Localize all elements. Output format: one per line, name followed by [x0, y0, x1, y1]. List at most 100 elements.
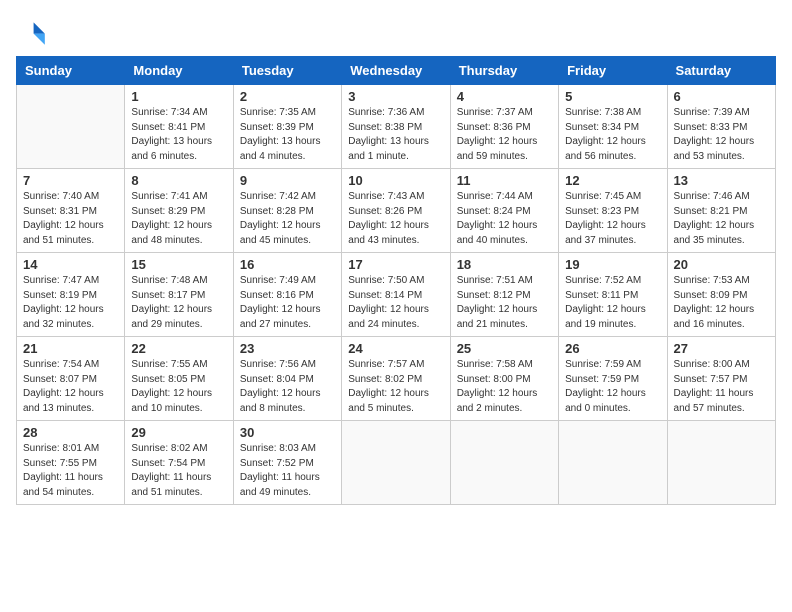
day-number: 27 [674, 341, 769, 356]
day-info: Sunrise: 7:53 AM Sunset: 8:09 PM Dayligh… [674, 274, 769, 332]
day-info: Sunrise: 8:00 AM Sunset: 7:57 PM Dayligh… [674, 358, 769, 416]
calendar-cell: 22 Sunrise: 7:55 AM Sunset: 8:05 PM Dayli… [125, 337, 233, 421]
calendar-cell: 9 Sunrise: 7:42 AM Sunset: 8:28 PM Daylig… [233, 169, 341, 253]
calendar-week-row: 28Sunrise: 8:01 AM Sunset: 7:55 PM Dayli… [17, 421, 776, 505]
calendar-cell [342, 421, 450, 505]
day-info: Sunrise: 7:50 AM Sunset: 8:14 PM Dayligh… [348, 274, 443, 332]
logo-icon [16, 16, 48, 48]
calendar-cell: 1 Sunrise: 7:34 AM Sunset: 8:41 PM Daylig… [125, 85, 233, 169]
day-number: 24 [348, 341, 443, 356]
day-info: Sunrise: 7:36 AM Sunset: 8:38 PM Dayligh… [348, 106, 443, 164]
day-header-wednesday: Wednesday [342, 57, 450, 85]
calendar-cell: 2Sunrise: 7:35 AM Sunset: 8:39 PM Daylig… [233, 85, 341, 169]
day-number: 28 [23, 425, 118, 440]
calendar-cell: 21 Sunrise: 7:54 AM Sunset: 8:07 PM Dayli… [17, 337, 125, 421]
day-info: Sunrise: 7:38 AM Sunset: 8:34 PM Dayligh… [565, 106, 660, 164]
day-number: 8 [131, 173, 226, 188]
calendar-cell: 20 Sunrise: 7:53 AM Sunset: 8:09 PM Dayli… [667, 253, 775, 337]
day-number: 11 [457, 173, 552, 188]
calendar-cell: 26 Sunrise: 7:59 AM Sunset: 7:59 PM Dayli… [559, 337, 667, 421]
day-number: 3 [348, 89, 443, 104]
calendar-cell [667, 421, 775, 505]
calendar-cell: 11 Sunrise: 7:44 AM Sunset: 8:24 PM Dayli… [450, 169, 558, 253]
day-number: 21 [23, 341, 118, 356]
page-header [16, 16, 776, 48]
calendar-cell: 27 Sunrise: 8:00 AM Sunset: 7:57 PM Dayli… [667, 337, 775, 421]
calendar-cell: 6Sunrise: 7:39 AM Sunset: 8:33 PM Daylig… [667, 85, 775, 169]
day-number: 29 [131, 425, 226, 440]
calendar-cell: 23 Sunrise: 7:56 AM Sunset: 8:04 PM Dayli… [233, 337, 341, 421]
day-info: Sunrise: 7:49 AM Sunset: 8:16 PM Dayligh… [240, 274, 335, 332]
calendar-cell: 14Sunrise: 7:47 AM Sunset: 8:19 PM Dayli… [17, 253, 125, 337]
day-info: Sunrise: 7:54 AM Sunset: 8:07 PM Dayligh… [23, 358, 118, 416]
calendar-week-row: 7 Sunrise: 7:40 AM Sunset: 8:31 PM Daylig… [17, 169, 776, 253]
calendar-cell: 3 Sunrise: 7:36 AM Sunset: 8:38 PM Daylig… [342, 85, 450, 169]
day-info: Sunrise: 7:58 AM Sunset: 8:00 PM Dayligh… [457, 358, 552, 416]
day-info: Sunrise: 7:40 AM Sunset: 8:31 PM Dayligh… [23, 190, 118, 248]
calendar-cell: 4 Sunrise: 7:37 AM Sunset: 8:36 PM Daylig… [450, 85, 558, 169]
day-number: 20 [674, 257, 769, 272]
day-number: 16 [240, 257, 335, 272]
day-info: Sunrise: 8:02 AM Sunset: 7:54 PM Dayligh… [131, 442, 226, 500]
calendar-cell: 10 Sunrise: 7:43 AM Sunset: 8:26 PM Dayli… [342, 169, 450, 253]
day-header-monday: Monday [125, 57, 233, 85]
day-number: 17 [348, 257, 443, 272]
day-header-tuesday: Tuesday [233, 57, 341, 85]
day-number: 19 [565, 257, 660, 272]
day-info: Sunrise: 7:59 AM Sunset: 7:59 PM Dayligh… [565, 358, 660, 416]
calendar-header-row: SundayMondayTuesdayWednesdayThursdayFrid… [17, 57, 776, 85]
calendar-cell: 7 Sunrise: 7:40 AM Sunset: 8:31 PM Daylig… [17, 169, 125, 253]
day-header-thursday: Thursday [450, 57, 558, 85]
calendar-cell [450, 421, 558, 505]
calendar-cell: 17 Sunrise: 7:50 AM Sunset: 8:14 PM Dayli… [342, 253, 450, 337]
day-info: Sunrise: 7:47 AM Sunset: 8:19 PM Dayligh… [23, 274, 118, 332]
day-number: 1 [131, 89, 226, 104]
day-info: Sunrise: 7:35 AM Sunset: 8:39 PM Dayligh… [240, 106, 335, 164]
day-number: 10 [348, 173, 443, 188]
day-info: Sunrise: 7:44 AM Sunset: 8:24 PM Dayligh… [457, 190, 552, 248]
day-info: Sunrise: 7:37 AM Sunset: 8:36 PM Dayligh… [457, 106, 552, 164]
day-info: Sunrise: 7:41 AM Sunset: 8:29 PM Dayligh… [131, 190, 226, 248]
day-header-sunday: Sunday [17, 57, 125, 85]
day-number: 30 [240, 425, 335, 440]
day-number: 15 [131, 257, 226, 272]
day-number: 18 [457, 257, 552, 272]
day-number: 22 [131, 341, 226, 356]
day-number: 25 [457, 341, 552, 356]
calendar-table: SundayMondayTuesdayWednesdayThursdayFrid… [16, 56, 776, 505]
day-info: Sunrise: 7:43 AM Sunset: 8:26 PM Dayligh… [348, 190, 443, 248]
day-info: Sunrise: 7:56 AM Sunset: 8:04 PM Dayligh… [240, 358, 335, 416]
day-info: Sunrise: 8:03 AM Sunset: 7:52 PM Dayligh… [240, 442, 335, 500]
day-number: 9 [240, 173, 335, 188]
day-info: Sunrise: 7:48 AM Sunset: 8:17 PM Dayligh… [131, 274, 226, 332]
day-info: Sunrise: 7:34 AM Sunset: 8:41 PM Dayligh… [131, 106, 226, 164]
day-number: 26 [565, 341, 660, 356]
calendar-cell: 30 Sunrise: 8:03 AM Sunset: 7:52 PM Dayli… [233, 421, 341, 505]
calendar-cell: 13Sunrise: 7:46 AM Sunset: 8:21 PM Dayli… [667, 169, 775, 253]
calendar-cell: 5Sunrise: 7:38 AM Sunset: 8:34 PM Daylig… [559, 85, 667, 169]
calendar-cell: 18 Sunrise: 7:51 AM Sunset: 8:12 PM Dayli… [450, 253, 558, 337]
calendar-cell: 16 Sunrise: 7:49 AM Sunset: 8:16 PM Dayli… [233, 253, 341, 337]
calendar-cell: 29 Sunrise: 8:02 AM Sunset: 7:54 PM Dayli… [125, 421, 233, 505]
calendar-week-row: 1 Sunrise: 7:34 AM Sunset: 8:41 PM Daylig… [17, 85, 776, 169]
calendar-cell: 24 Sunrise: 7:57 AM Sunset: 8:02 PM Dayli… [342, 337, 450, 421]
calendar-cell: 28Sunrise: 8:01 AM Sunset: 7:55 PM Dayli… [17, 421, 125, 505]
calendar-week-row: 14Sunrise: 7:47 AM Sunset: 8:19 PM Dayli… [17, 253, 776, 337]
calendar-cell: 15 Sunrise: 7:48 AM Sunset: 8:17 PM Dayli… [125, 253, 233, 337]
day-number: 23 [240, 341, 335, 356]
day-info: Sunrise: 7:52 AM Sunset: 8:11 PM Dayligh… [565, 274, 660, 332]
calendar-cell: 8 Sunrise: 7:41 AM Sunset: 8:29 PM Daylig… [125, 169, 233, 253]
day-info: Sunrise: 7:51 AM Sunset: 8:12 PM Dayligh… [457, 274, 552, 332]
day-number: 4 [457, 89, 552, 104]
calendar-cell: 25 Sunrise: 7:58 AM Sunset: 8:00 PM Dayli… [450, 337, 558, 421]
calendar-cell [559, 421, 667, 505]
day-number: 13 [674, 173, 769, 188]
day-header-saturday: Saturday [667, 57, 775, 85]
day-number: 7 [23, 173, 118, 188]
day-info: Sunrise: 7:42 AM Sunset: 8:28 PM Dayligh… [240, 190, 335, 248]
day-info: Sunrise: 7:55 AM Sunset: 8:05 PM Dayligh… [131, 358, 226, 416]
day-info: Sunrise: 7:45 AM Sunset: 8:23 PM Dayligh… [565, 190, 660, 248]
day-number: 12 [565, 173, 660, 188]
logo [16, 16, 52, 48]
day-info: Sunrise: 7:57 AM Sunset: 8:02 PM Dayligh… [348, 358, 443, 416]
